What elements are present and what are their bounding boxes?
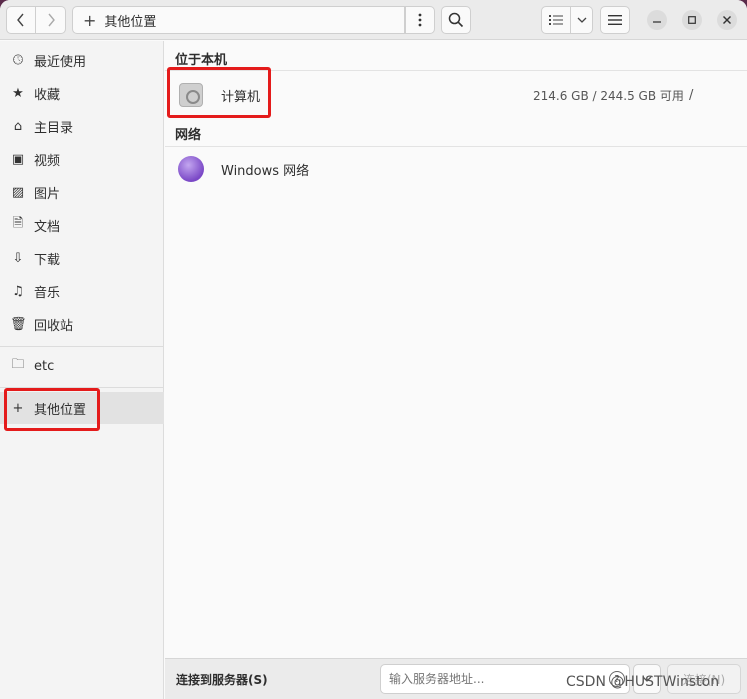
sidebar-item-pictures[interactable]: ▨ 图片 bbox=[0, 176, 164, 208]
mount-path: / bbox=[689, 87, 694, 103]
back-button[interactable] bbox=[6, 6, 36, 34]
minimize-icon bbox=[653, 21, 661, 23]
sidebar-item-label: 音乐 bbox=[34, 285, 61, 301]
sidebar-item-etc[interactable]: 🗀︎ etc bbox=[0, 350, 164, 382]
view-options-dropdown[interactable] bbox=[571, 6, 593, 34]
disk-usage: 214.6 GB / 244.5 GB 可用 bbox=[533, 88, 684, 103]
chevron-down-icon bbox=[577, 17, 586, 23]
sidebar-item-label: 其他位置 bbox=[34, 402, 87, 418]
path-bar[interactable]: + 其他位置 bbox=[72, 6, 405, 34]
clock-icon: 🕓︎ bbox=[12, 52, 24, 68]
section-header-local: 位于本机 bbox=[175, 53, 228, 68]
sidebar-divider bbox=[0, 387, 164, 388]
main-menu-button[interactable] bbox=[600, 6, 630, 34]
sidebar-item-other-locations[interactable]: + 其他位置 bbox=[0, 392, 164, 424]
view-mode-button[interactable] bbox=[541, 6, 571, 34]
plus-icon: + bbox=[12, 400, 24, 416]
locations-view: 位于本机 计算机 214.6 GB / 244.5 GB 可用 / 网络 Win… bbox=[165, 41, 747, 658]
trash-icon: 🗑︎ bbox=[10, 316, 27, 332]
sidebar-item-trash[interactable]: 🗑︎ 回收站 bbox=[0, 308, 164, 340]
hard-disk-icon bbox=[177, 81, 205, 109]
forward-button[interactable] bbox=[36, 6, 66, 34]
network-globe-icon bbox=[177, 155, 205, 183]
sidebar-divider bbox=[0, 346, 164, 347]
sidebar-item-downloads[interactable]: ⇩ 下载 bbox=[0, 242, 164, 274]
maximize-icon bbox=[688, 16, 696, 24]
plus-icon: + bbox=[83, 10, 97, 30]
download-icon: ⇩ bbox=[12, 250, 24, 266]
sidebar-item-label: 下载 bbox=[34, 252, 61, 268]
music-icon: ♫ bbox=[12, 283, 24, 299]
image-icon: ▨ bbox=[11, 184, 25, 200]
watermark: CSDN @HUSTWinston bbox=[566, 674, 720, 690]
list-view-icon bbox=[549, 15, 563, 25]
minimize-button[interactable] bbox=[647, 10, 667, 30]
location-label: Windows 网络 bbox=[221, 163, 310, 179]
close-icon bbox=[723, 16, 731, 24]
sidebar-item-documents[interactable]: 🗎︎ 文档 bbox=[0, 209, 164, 241]
sidebar-item-home[interactable]: ⌂ 主目录 bbox=[0, 110, 164, 142]
header-bar: + 其他位置 bbox=[0, 0, 747, 40]
sidebar-item-label: 最近使用 bbox=[34, 54, 87, 70]
divider bbox=[165, 70, 747, 71]
sidebar-item-label: 文档 bbox=[34, 219, 61, 235]
video-icon: ▣ bbox=[11, 151, 25, 167]
path-label: 其他位置 bbox=[104, 14, 157, 30]
location-row-windows-network[interactable]: Windows 网络 bbox=[165, 147, 747, 191]
connect-to-server-label: 连接到服务器(S) bbox=[176, 673, 268, 687]
sidebar-item-label: 视频 bbox=[34, 153, 61, 169]
search-icon bbox=[448, 12, 464, 28]
hamburger-menu-icon bbox=[608, 15, 622, 25]
sidebar-item-starred[interactable]: ★ 收藏 bbox=[0, 77, 164, 109]
sidebar-item-label: 主目录 bbox=[34, 120, 74, 136]
home-icon: ⌂ bbox=[13, 118, 23, 134]
sidebar-item-label: 回收站 bbox=[34, 318, 74, 334]
section-header-network: 网络 bbox=[175, 128, 202, 143]
sidebar-item-label: 图片 bbox=[34, 186, 61, 202]
sidebar-item-videos[interactable]: ▣ 视频 bbox=[0, 143, 164, 175]
close-button[interactable] bbox=[717, 10, 737, 30]
sidebar: 🕓︎ 最近使用 ★ 收藏 ⌂ 主目录 ▣ 视频 ▨ 图片 🗎︎ 文档 ⇩ 下载 … bbox=[0, 41, 164, 699]
vertical-dots-icon bbox=[418, 13, 422, 27]
chevron-left-icon bbox=[17, 13, 24, 27]
sidebar-item-label: etc bbox=[34, 358, 55, 374]
sidebar-item-recent[interactable]: 🕓︎ 最近使用 bbox=[0, 44, 164, 76]
chevron-right-icon bbox=[47, 13, 55, 27]
maximize-button[interactable] bbox=[682, 10, 702, 30]
search-button[interactable] bbox=[441, 6, 471, 34]
path-menu-button[interactable] bbox=[405, 6, 435, 34]
document-icon: 🗎︎ bbox=[12, 216, 24, 231]
file-manager-window: + 其他位置 🕓︎ 最近使用 ★ 收藏 ⌂ 主目录 ▣ 视频 ▨ 图片 🗎︎ 文… bbox=[0, 0, 747, 699]
location-row-computer[interactable]: 计算机 214.6 GB / 244.5 GB 可用 / bbox=[165, 73, 747, 117]
location-label: 计算机 bbox=[221, 89, 261, 105]
sidebar-item-music[interactable]: ♫ 音乐 bbox=[0, 275, 164, 307]
folder-icon: 🗀︎ bbox=[11, 357, 25, 372]
sidebar-item-label: 收藏 bbox=[34, 87, 61, 103]
star-icon: ★ bbox=[12, 85, 24, 101]
